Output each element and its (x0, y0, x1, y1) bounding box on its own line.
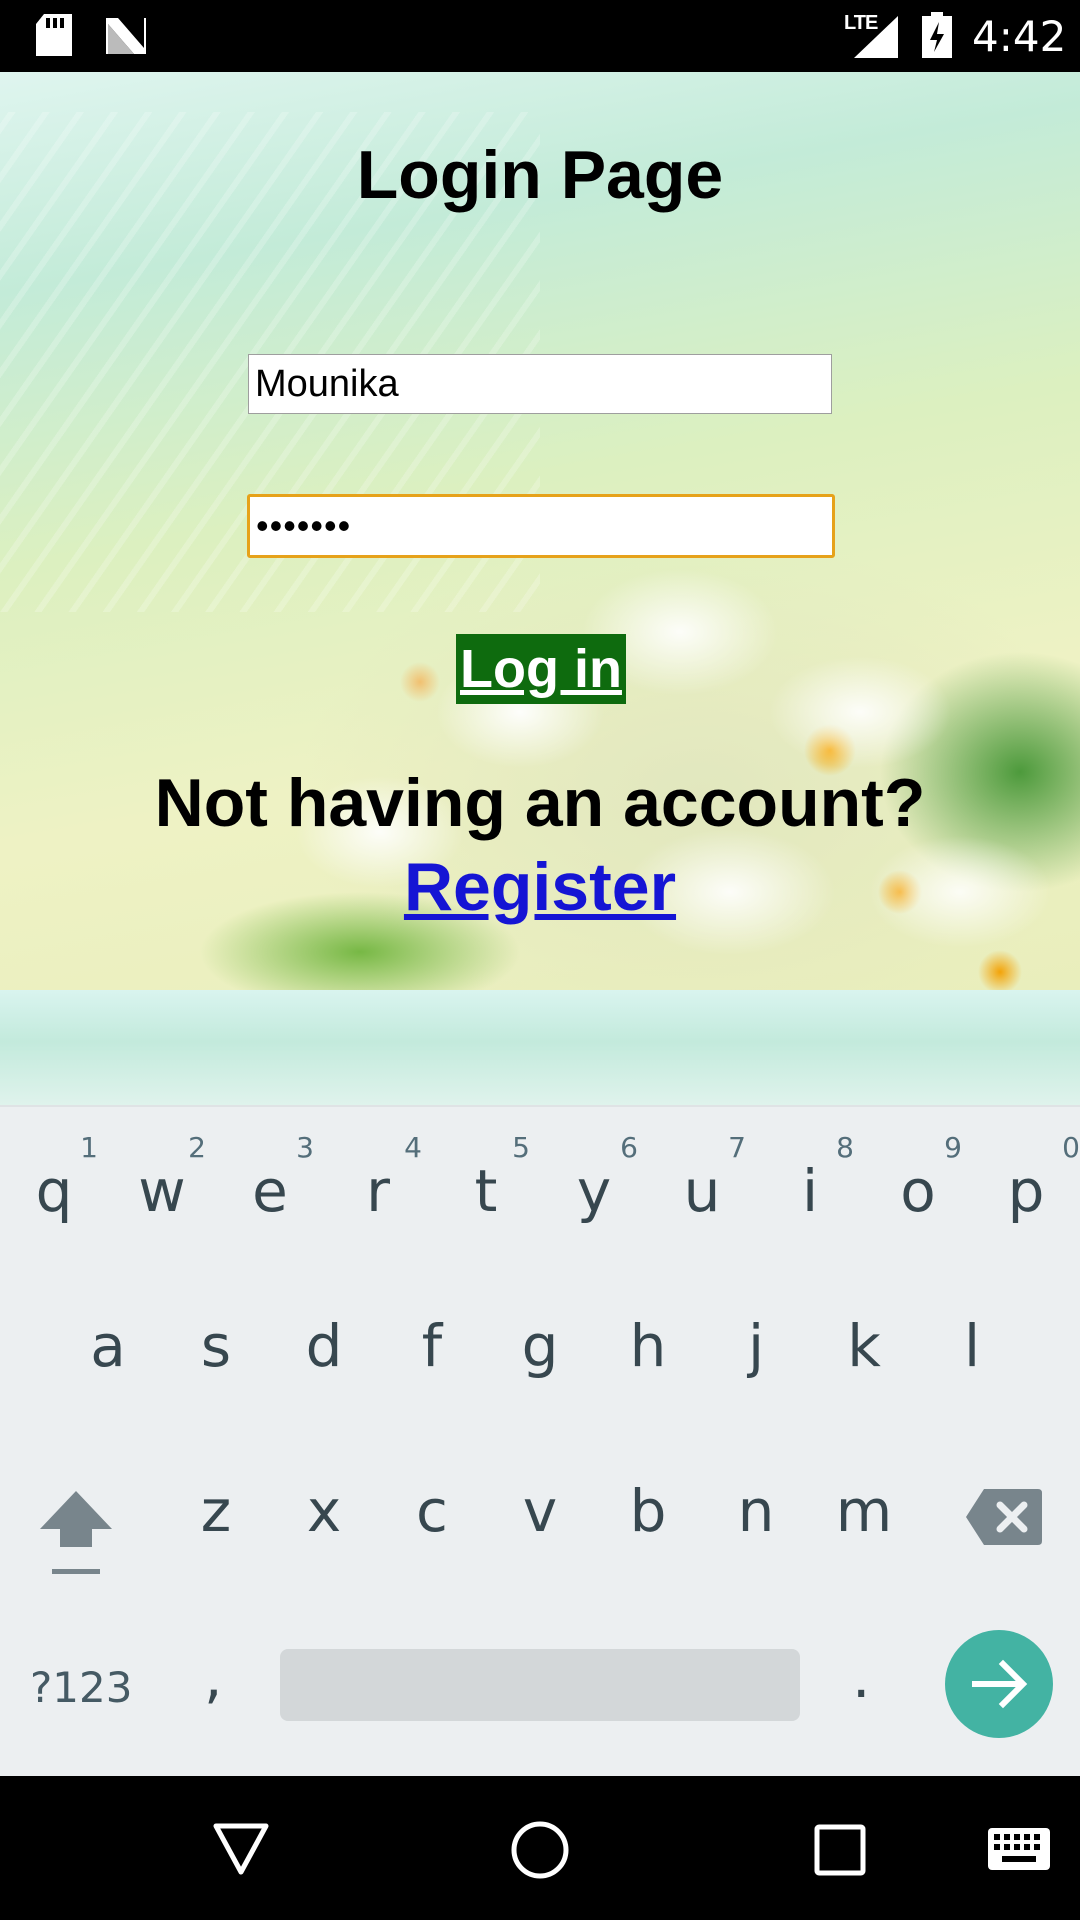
key-label: g (521, 1312, 559, 1380)
key-label: w (138, 1157, 186, 1225)
key-label: b (629, 1477, 667, 1545)
signal-icon (854, 16, 898, 58)
key-label: m (835, 1477, 893, 1545)
key-r[interactable]: 4r (324, 1107, 432, 1257)
key-e[interactable]: 3e (216, 1107, 324, 1257)
key-p[interactable]: 0p (972, 1107, 1080, 1257)
key-c[interactable]: c (378, 1437, 486, 1587)
no-account-text: Not having an account? (154, 765, 926, 841)
key-label: n (737, 1477, 775, 1545)
keyboard-icon[interactable] (988, 1828, 1050, 1870)
key-x[interactable]: x (270, 1437, 378, 1587)
battery-charging-icon (922, 12, 952, 58)
key-j[interactable]: j (702, 1272, 810, 1422)
key-f[interactable]: f (378, 1272, 486, 1422)
web-content: Login Page Log in Not having an account?… (0, 72, 1080, 1105)
key-label: z (200, 1477, 232, 1545)
home-icon[interactable] (510, 1820, 570, 1880)
key-label: t (474, 1157, 498, 1225)
key-label: v (522, 1477, 558, 1545)
enter-key[interactable] (945, 1630, 1053, 1738)
key-s[interactable]: s (162, 1272, 270, 1422)
key-y[interactable]: 6y (540, 1107, 648, 1257)
key-label: e (252, 1157, 288, 1225)
login-button[interactable]: Log in (456, 634, 626, 704)
key-g[interactable]: g (486, 1272, 594, 1422)
soft-keyboard: 1q 2w 3e 4r 5t 6y 7u 8i 9o 0p a s d f g … (0, 1105, 1080, 1778)
key-v[interactable]: v (486, 1437, 594, 1587)
key-h[interactable]: h (594, 1272, 702, 1422)
clock: 4:42 (972, 12, 1067, 61)
key-label: s (200, 1312, 232, 1380)
back-icon[interactable] (212, 1822, 270, 1876)
key-label: x (306, 1477, 342, 1545)
enter-arrow-icon (972, 1659, 1028, 1709)
period-key[interactable]: . (852, 1643, 870, 1711)
key-w[interactable]: 2w (108, 1107, 216, 1257)
key-label: k (847, 1312, 881, 1380)
key-label: h (629, 1312, 667, 1380)
key-a[interactable]: a (54, 1272, 162, 1422)
comma-key[interactable]: , (204, 1643, 222, 1711)
navigation-bar (0, 1776, 1080, 1920)
key-i[interactable]: 8i (756, 1107, 864, 1257)
key-m[interactable]: m (810, 1437, 918, 1587)
key-label: u (683, 1157, 721, 1225)
key-label: f (421, 1312, 443, 1380)
key-label: l (963, 1312, 981, 1380)
register-link: Register (0, 848, 1080, 926)
key-label: r (366, 1157, 390, 1225)
key-d[interactable]: d (270, 1272, 378, 1422)
key-label: p (1007, 1157, 1045, 1225)
shift-icon[interactable] (38, 1489, 114, 1577)
key-label: c (416, 1477, 448, 1545)
password-input[interactable] (247, 494, 835, 558)
key-label: q (35, 1157, 73, 1225)
key-b[interactable]: b (594, 1437, 702, 1587)
key-label: i (801, 1157, 819, 1225)
key-l[interactable]: l (918, 1272, 1026, 1422)
key-label: a (90, 1312, 126, 1380)
background-repeat-strip (0, 990, 1080, 1105)
recents-icon[interactable] (814, 1824, 866, 1876)
key-label: y (576, 1157, 612, 1225)
key-label: j (747, 1312, 765, 1380)
key-label: d (305, 1312, 343, 1380)
key-q[interactable]: 1q (0, 1107, 108, 1257)
username-input[interactable] (248, 354, 832, 414)
backspace-icon[interactable] (966, 1487, 1042, 1547)
space-bar[interactable] (280, 1649, 800, 1721)
sd-card-icon (36, 14, 72, 56)
symbols-key[interactable]: ?123 (30, 1663, 132, 1712)
key-u[interactable]: 7u (648, 1107, 756, 1257)
key-z[interactable]: z (162, 1437, 270, 1587)
n-notification-icon (106, 18, 146, 54)
key-k[interactable]: k (810, 1272, 918, 1422)
key-o[interactable]: 9o (864, 1107, 972, 1257)
status-bar: LTE 4:42 (0, 0, 1080, 72)
register-link-label[interactable]: Register (404, 849, 676, 925)
key-label: o (900, 1157, 936, 1225)
key-t[interactable]: 5t (432, 1107, 540, 1257)
page-title: Login Page (356, 137, 724, 213)
key-n[interactable]: n (702, 1437, 810, 1587)
